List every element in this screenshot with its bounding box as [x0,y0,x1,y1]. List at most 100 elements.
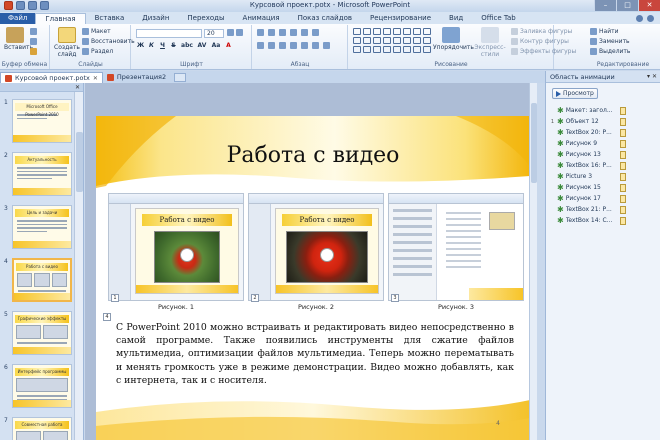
figure-slide-title: Работа с видео [282,214,372,226]
close-tab-icon[interactable]: ✕ [93,73,98,84]
tab-file[interactable]: Файл [0,13,36,24]
animation-item[interactable]: ✱ TextBox 14: С... [550,215,658,226]
char-spacing-button[interactable]: AV [196,42,208,50]
reset-button[interactable]: Восстановить [82,38,135,45]
tab-animations[interactable]: Анимация [234,13,289,24]
columns-icon[interactable] [301,42,308,49]
increase-indent-icon[interactable] [290,29,297,36]
font-group-label: Шрифт [180,61,203,68]
decrease-indent-icon[interactable] [279,29,286,36]
pane-controls[interactable]: ▾ ✕ [647,71,657,83]
font-size-combo[interactable]: 20 [204,29,224,38]
slide-title[interactable]: Работа с видео [96,143,530,168]
layout-icon [82,28,89,35]
help-icon[interactable] [647,15,654,22]
shapes-gallery[interactable] [353,28,431,53]
shadow-button[interactable]: abc [180,42,194,50]
select-button[interactable]: Выделить [590,48,630,55]
minimize-button[interactable]: – [594,0,616,11]
copy-button[interactable] [30,38,37,45]
animation-item[interactable]: ✱ Рисунок 13 [550,149,658,160]
new-tab-button[interactable] [170,72,190,83]
smartart-icon[interactable] [323,42,330,49]
shape-outline-button[interactable]: Контур фигуры [511,38,569,45]
preview-button[interactable]: Просмотр [552,88,598,99]
align-buttons [257,42,330,49]
scroll-thumb[interactable] [531,103,537,183]
animation-item[interactable]: ✱ TextBox 20: Р... [550,127,658,138]
animation-item[interactable]: 1 ✱ Объект 12 [550,116,658,127]
figure-2[interactable]: Работа с видео [248,193,384,301]
tab-slideshow[interactable]: Показ слайдов [289,13,361,24]
find-label: Найти [599,28,619,35]
minimize-ribbon-icon[interactable] [636,15,643,22]
align-center-icon[interactable] [268,42,275,49]
animation-item[interactable]: ✱ Рисунок 17 [550,193,658,204]
animation-item[interactable]: ✱ Макет: загол... [550,105,658,116]
animation-item-label: Объект 12 [565,118,599,125]
figure-1-caption: Рисунок. 1 [158,303,194,311]
font-name-combo[interactable] [136,29,202,38]
font-color-button[interactable]: A [224,42,233,50]
animation-item[interactable]: ✱ TextBox 21: Р... [550,204,658,215]
figure-1[interactable]: Работа с видео [108,193,244,301]
tab-transitions[interactable]: Переходы [178,13,233,24]
fill-icon [511,28,518,35]
title-bar: Курсовой проект.potx - Microsoft PowerPo… [0,0,660,12]
animation-pane-header: Область анимации ▾ ✕ [546,71,660,83]
justify-icon[interactable] [290,42,297,49]
align-right-icon[interactable] [279,42,286,49]
backstage-view [389,204,523,300]
tab-home[interactable]: Главная [35,13,86,24]
numbering-icon[interactable] [268,29,275,36]
align-text-icon[interactable] [312,42,319,49]
line-spacing-icon[interactable] [301,29,308,36]
arrange-button[interactable]: Упорядочить [433,27,474,51]
slide[interactable]: Работа с видео Работа с видео Работа с в… [96,116,530,440]
text-direction-icon[interactable] [312,29,319,36]
group-font: 20 Ж К Ч S abc AV Aa A Шрифт [132,25,252,69]
format-painter-button[interactable] [30,48,37,55]
close-pane-icon[interactable]: ✕ [75,84,80,91]
align-left-icon[interactable] [257,42,264,49]
change-case-button[interactable]: Aa [210,42,222,50]
tab-insert[interactable]: Вставка [86,13,134,24]
bullets-icon[interactable] [257,29,264,36]
group-editing: Найти Заменить Выделить Редактирование [586,25,660,69]
new-slide-button[interactable]: Создать слайд [54,27,80,58]
doc-tab-active[interactable]: Курсовой проект.potx ✕ [0,72,103,83]
tab-review[interactable]: Рецензирование [361,13,440,24]
quick-styles-button[interactable]: Экспресс-стили [471,27,509,58]
animation-item[interactable]: ✱ Picture 3 [550,171,658,182]
figure-3[interactable] [388,193,524,301]
animation-item[interactable]: ✱ Рисунок 9 [550,138,658,149]
tab-design[interactable]: Дизайн [133,13,178,24]
grow-font-button[interactable] [227,29,243,36]
body-text[interactable]: С PowerPoint 2010 можно встраивать и ред… [116,321,514,387]
shape-fill-button[interactable]: Заливка фигуры [511,28,572,35]
underline-button[interactable]: Ч [158,42,167,50]
animation-item[interactable]: ✱ Рисунок 15 [550,182,658,193]
thumbnail-title: Графические эффекты [15,315,69,323]
italic-button[interactable]: К [147,42,156,50]
maximize-button[interactable]: □ [616,0,638,11]
paste-button[interactable]: Вставить [4,27,33,51]
strikethrough-button[interactable]: S [169,42,178,50]
doc-tab-inactive[interactable]: Презентация2 [103,72,170,83]
bold-button[interactable]: Ж [136,42,145,50]
tab-view[interactable]: Вид [440,13,472,24]
scroll-thumb[interactable] [76,132,83,192]
ribbon-help [630,13,660,24]
cut-button[interactable] [30,28,37,35]
find-button[interactable]: Найти [590,28,618,35]
section-button[interactable]: Раздел [82,48,113,55]
tab-office-tab[interactable]: Office Tab [472,13,525,24]
thumbnails-scrollbar[interactable] [74,92,83,440]
animation-item[interactable]: ✱ TextBox 16: Р... [550,160,658,171]
canvas-scrollbar[interactable] [529,83,537,440]
close-button[interactable]: ✕ [638,0,660,11]
layout-button[interactable]: Макет [82,28,111,35]
replace-button[interactable]: Заменить [590,38,630,45]
shape-effects-button[interactable]: Эффекты фигуры [511,48,576,55]
slide-thumbnails-pane: ✕ 1 Microsoft Office PowerPoint 2010 2 А… [0,83,84,440]
